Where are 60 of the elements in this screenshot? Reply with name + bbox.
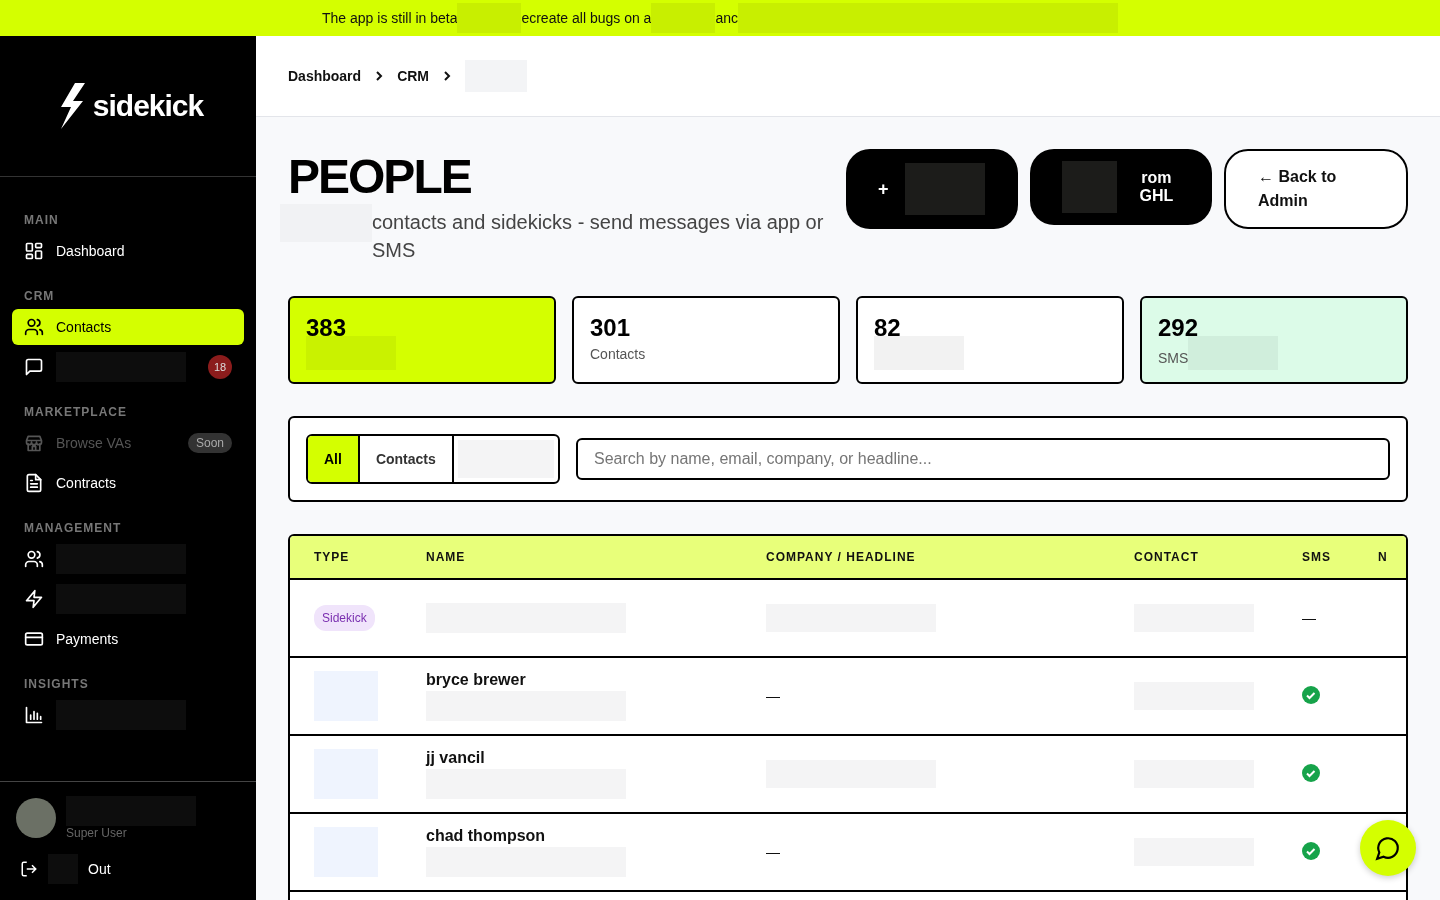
logout-icon [20, 860, 38, 878]
banner-text: anc [715, 10, 738, 26]
logout-link[interactable]: Out [16, 854, 240, 884]
search-field[interactable]: Search by name, email, company, or headline... [576, 438, 1390, 480]
breadcrumb-link[interactable]: CRM [397, 68, 429, 84]
lightning-icon [24, 589, 44, 609]
column-header: NAME [425, 550, 467, 564]
avatar-circle [16, 798, 56, 838]
section-heading: INSIGHTS [23, 676, 90, 693]
type-badge: Sidekick [314, 605, 375, 631]
people-icon [24, 549, 44, 569]
dashboard-grid-icon [24, 241, 44, 261]
people-icon [24, 317, 44, 337]
page-title: PEOPLE [288, 149, 472, 204]
nav-item[interactable]: Payments [12, 621, 244, 657]
redaction-block [1062, 161, 1117, 213]
stat-value: 82 [874, 314, 902, 342]
nav-item[interactable]: Contracts [12, 465, 244, 501]
column-header: SMS [1301, 550, 1332, 564]
filter-tab[interactable]: All [308, 436, 360, 482]
chat-bubble-icon [24, 357, 44, 377]
nav-item[interactable]: Dashboard [12, 233, 244, 269]
chevron-right-icon [441, 70, 453, 82]
table-cell: — [1302, 610, 1316, 626]
back-to-admin-button[interactable]: ← Back to Admin [1224, 149, 1408, 229]
section-heading: MAIN [23, 212, 60, 229]
bar-chart-icon [24, 705, 44, 725]
nav-item[interactable]: Contacts [12, 309, 244, 345]
column-header: TYPE [313, 550, 351, 564]
storefront-icon [24, 433, 44, 453]
credit-card-icon [24, 629, 44, 649]
table-cell: — [766, 844, 780, 860]
stat-value: 383 [306, 314, 348, 342]
table-cell: — [766, 688, 780, 704]
stat-label: Contacts [590, 346, 646, 362]
stat-value: 292 [1158, 314, 1200, 342]
breadcrumb-link[interactable]: Dashboard [288, 68, 362, 84]
document-icon [24, 473, 44, 493]
section-heading: CRM [23, 288, 56, 305]
count-badge: 18 [208, 355, 232, 379]
page-subtitle: contacts and sidekicks - send messages via app or SMS [372, 210, 825, 263]
contact-name: chad thompson [426, 827, 547, 845]
banner-text: The app is still in beta [322, 10, 458, 26]
logo-text: sidekick [92, 89, 204, 123]
stat-label: SMS [1158, 350, 1189, 366]
user-role: Super User [66, 826, 128, 840]
nav-item[interactable]: 18 [12, 349, 244, 385]
column-header: N [1377, 550, 1389, 564]
chat-bubble-icon [1375, 835, 1401, 861]
column-header: CONTACT [1133, 550, 1200, 564]
column-header: COMPANY / HEADLINE [765, 550, 917, 564]
section-heading: MANAGEMENT [23, 520, 123, 537]
soon-badge: Soon [187, 433, 232, 453]
banner-text: ecreate all bugs on a [521, 10, 652, 26]
add-button[interactable]: + [846, 149, 1018, 229]
contact-name: jj vancil [426, 749, 486, 767]
section-heading: MARKETPLACE [23, 404, 128, 421]
import-button[interactable]: rom GHL [1030, 149, 1212, 225]
contact-name: bryce brewer [426, 671, 527, 689]
stat-value: 301 [590, 314, 632, 342]
